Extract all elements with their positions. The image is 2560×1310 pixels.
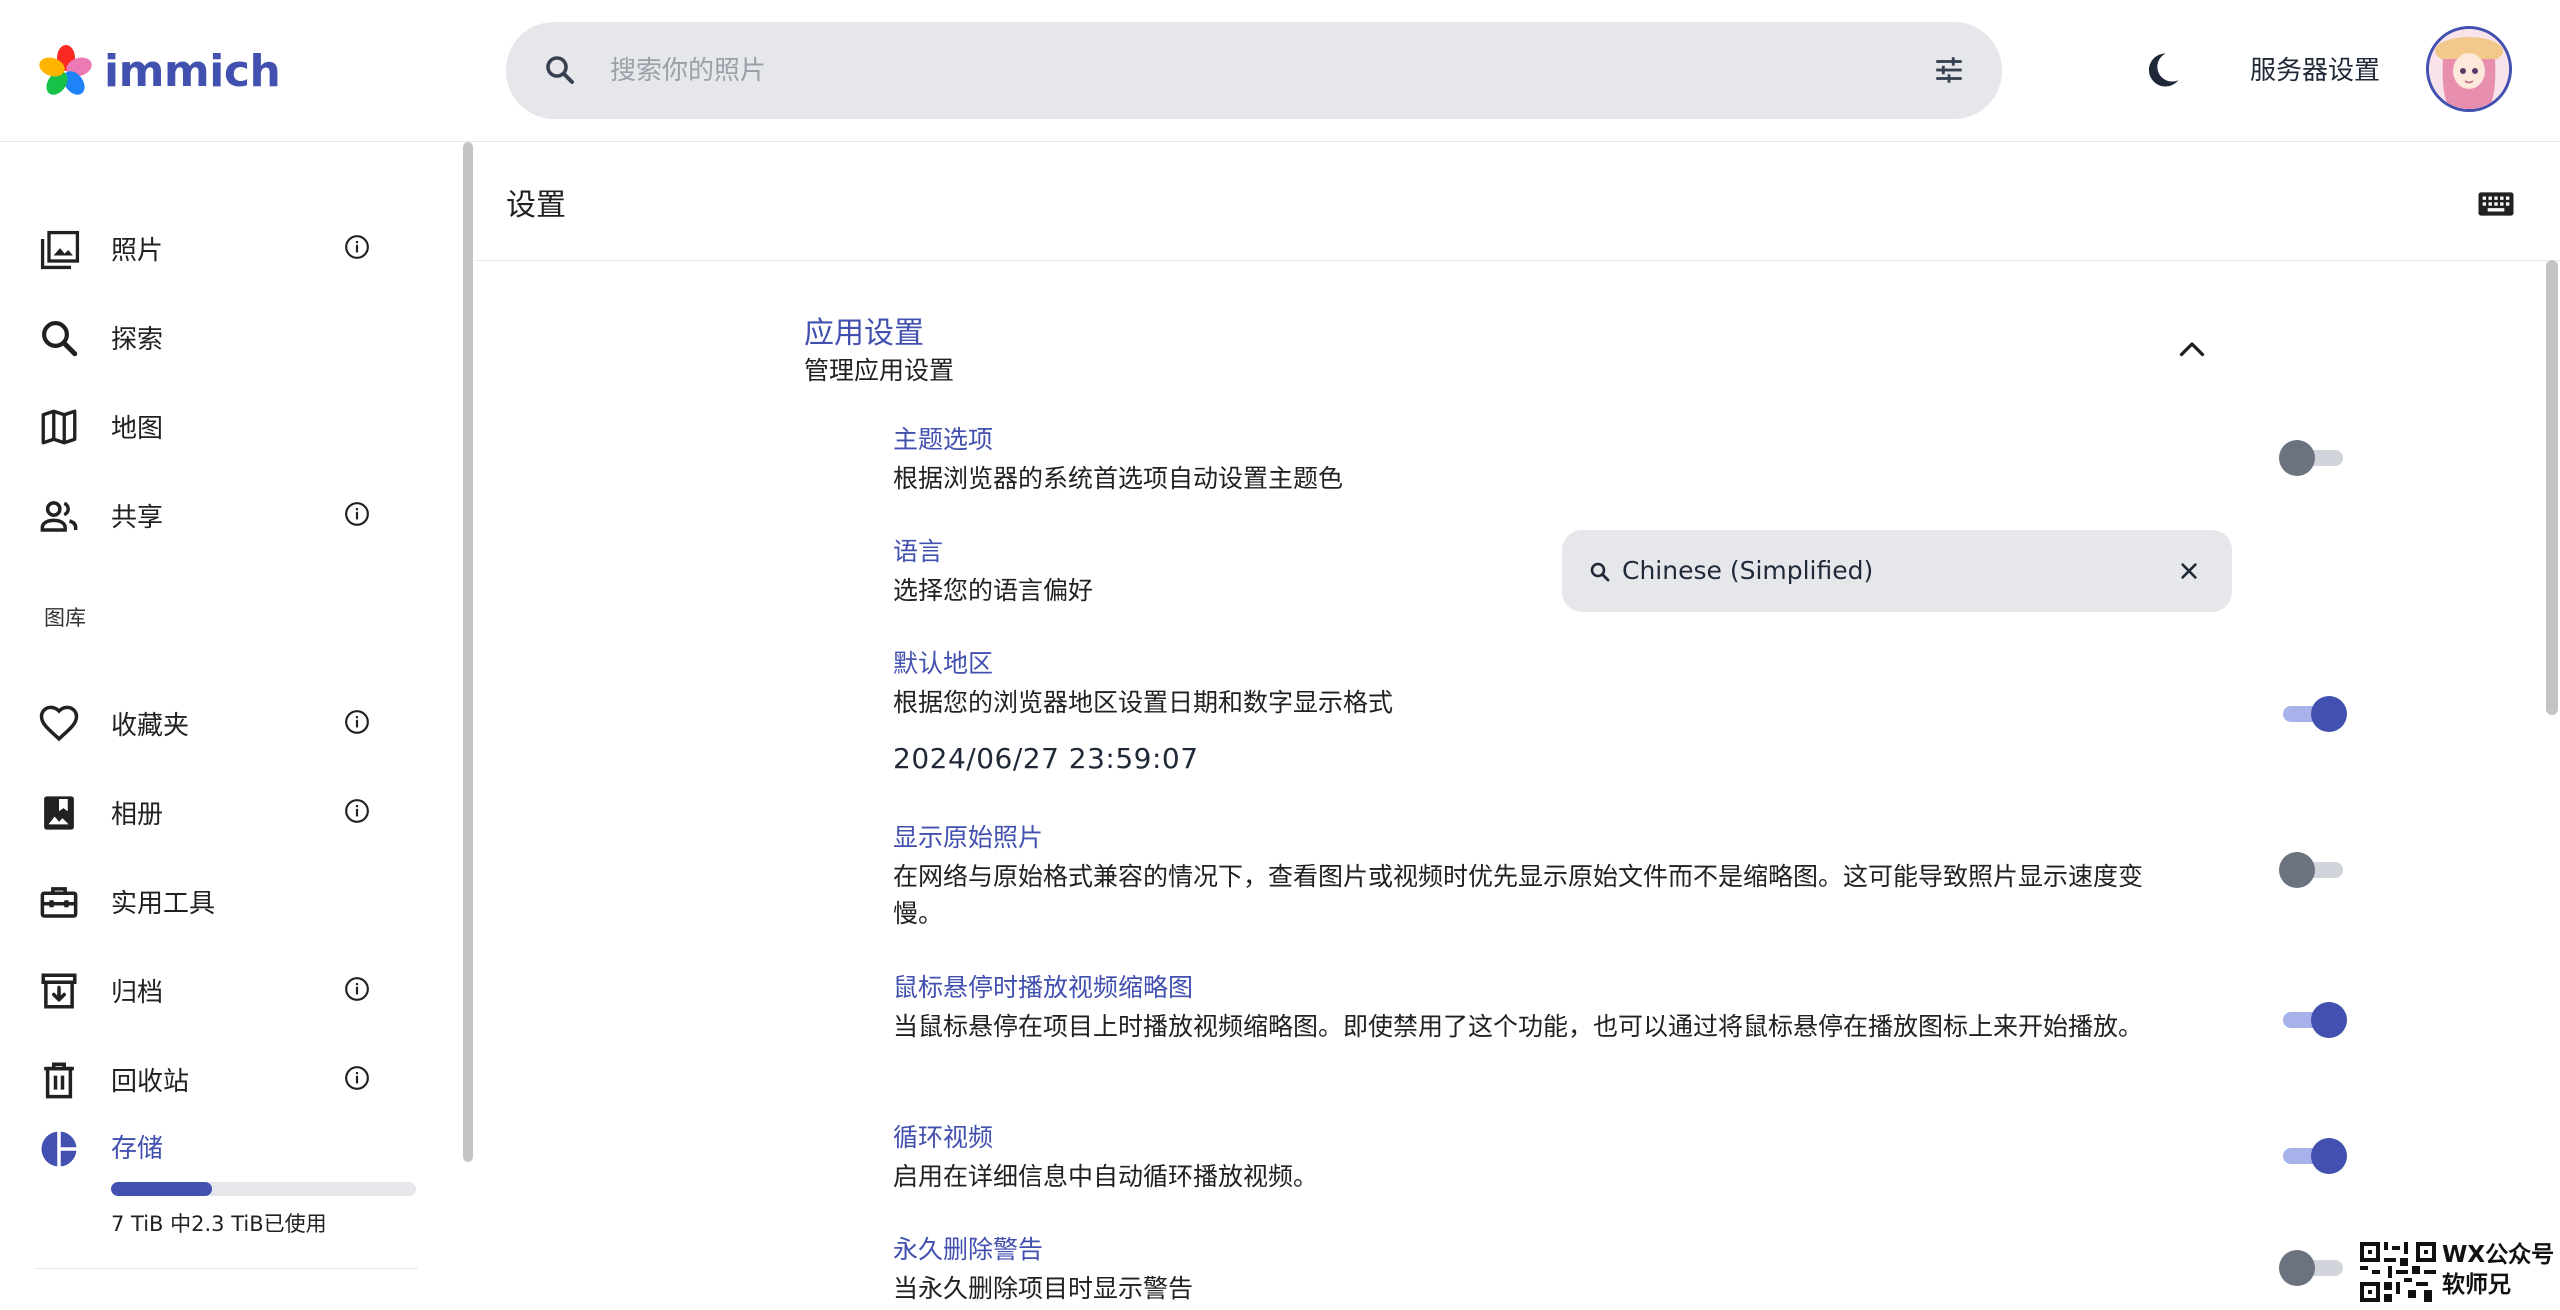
storage-label: 存储 xyxy=(111,1134,164,1164)
theme-toggle[interactable] xyxy=(2279,440,2345,476)
info-icon[interactable] xyxy=(344,501,370,527)
immich-logo[interactable]: immich xyxy=(38,40,281,102)
info-icon[interactable] xyxy=(344,798,370,824)
sidebar-item-photos[interactable]: 照片 xyxy=(38,216,378,276)
library-heading: 图库 xyxy=(44,606,86,630)
setting-title: 显示原始照片 xyxy=(893,823,1044,852)
album-icon xyxy=(38,792,80,834)
search-icon xyxy=(1588,560,1612,584)
setting-hover-video-thumbnail: 鼠标悬停时播放视频缩略图 当鼠标悬停在项目上时播放视频缩略图。即使禁用了这个功能… xyxy=(893,968,2347,1088)
close-icon[interactable] xyxy=(2178,560,2200,582)
sidebar-item-explore[interactable]: 探索 xyxy=(38,305,378,365)
sidebar-item-albums[interactable]: 相册 xyxy=(38,780,378,840)
setting-description: 在网络与原始格式兼容的情况下，查看图片或视频时优先显示原始文件而不是缩略图。这可… xyxy=(893,862,2144,928)
section-subtitle: 管理应用设置 xyxy=(804,356,955,385)
language-combobox[interactable]: Chinese (Simplified) xyxy=(1562,530,2232,612)
setting-theme: 主题选项 根据浏览器的系统首选项自动设置主题色 xyxy=(893,420,2343,500)
info-icon[interactable] xyxy=(344,976,370,1002)
storage-pie-icon xyxy=(38,1128,80,1170)
setting-title: 循环视频 xyxy=(893,1123,994,1152)
info-icon[interactable] xyxy=(344,1065,370,1091)
sidebar-item-label: 共享 xyxy=(111,503,164,533)
sidebar-item-utilities[interactable]: 实用工具 xyxy=(38,869,378,929)
sidebar-item-label: 回收站 xyxy=(111,1067,190,1097)
sidebar-item-label: 归档 xyxy=(111,978,164,1008)
photos-icon xyxy=(38,228,82,272)
sidebar-divider xyxy=(36,1268,418,1269)
setting-title: 主题选项 xyxy=(893,425,994,454)
qr-code-icon xyxy=(2360,1242,2436,1302)
setting-description: 根据浏览器的系统首选项自动设置主题色 xyxy=(893,464,1344,493)
setting-title: 默认地区 xyxy=(893,649,994,678)
section-title[interactable]: 应用设置 xyxy=(804,308,924,352)
setting-loop-video: 循环视频 启用在详细信息中自动循环播放视频。 xyxy=(893,1118,2347,1198)
search-icon xyxy=(542,52,578,88)
default-locale-toggle[interactable] xyxy=(2279,696,2347,732)
app-name: immich xyxy=(104,45,281,97)
chevron-up-icon[interactable] xyxy=(2174,332,2210,368)
sidebar-item-map[interactable]: 地图 xyxy=(38,394,378,454)
search-bar[interactable] xyxy=(506,22,2002,119)
server-settings-link[interactable]: 服务器设置 xyxy=(2250,50,2380,87)
search-icon xyxy=(38,317,80,359)
toolbox-icon xyxy=(38,881,80,923)
main-scrollbar[interactable] xyxy=(2546,260,2558,715)
setting-show-original: 显示原始照片 在网络与原始格式兼容的情况下，查看图片或视频时优先显示原始文件而不… xyxy=(893,818,2343,938)
sidebar-item-label: 照片 xyxy=(111,236,164,266)
delete-warning-toggle[interactable] xyxy=(2279,1250,2345,1286)
setting-description: 启用在详细信息中自动循环播放视频。 xyxy=(893,1162,1319,1191)
immich-pinwheel-icon xyxy=(39,45,92,95)
setting-description: 当永久删除项目时显示警告 xyxy=(893,1274,1194,1303)
setting-description: 根据您的浏览器地区设置日期和数字显示格式 xyxy=(893,688,1394,717)
top-bar: immich 服务器设置 xyxy=(0,0,2560,142)
sidebar-scrollbar[interactable] xyxy=(463,142,473,1162)
sidebar-item-label: 相册 xyxy=(111,800,164,830)
watermark-line-1: WX公众号 xyxy=(2442,1242,2555,1268)
user-avatar[interactable] xyxy=(2426,26,2512,112)
sidebar-item-sharing[interactable]: 共享 xyxy=(38,483,378,543)
sidebar-item-label: 收藏夹 xyxy=(111,711,190,741)
search-input[interactable] xyxy=(608,46,1812,96)
keyboard-shortcuts-icon[interactable] xyxy=(2476,184,2516,224)
search-filter-icon[interactable] xyxy=(1932,53,1966,87)
setting-title: 鼠标悬停时播放视频缩略图 xyxy=(893,973,1194,1002)
sidebar-item-label: 探索 xyxy=(111,325,164,355)
sidebar-item-favorites[interactable]: 收藏夹 xyxy=(38,691,378,751)
setting-title: 语言 xyxy=(893,537,944,566)
language-value: Chinese (Simplified) xyxy=(1622,556,1874,585)
storage-progress-bar xyxy=(111,1182,416,1196)
main-content: 设置 应用设置 管理应用设置 主题选项 根据浏览器的系统首选项自动设置主题色 语… xyxy=(476,142,2560,1305)
sidebar: 照片 探索 地图 共享 图库 收藏夹 相册 实用工具 归档 回收站 存储 7 T… xyxy=(0,142,462,1305)
sidebar-item-label: 地图 xyxy=(111,414,164,444)
archive-icon xyxy=(38,970,80,1012)
sidebar-item-label: 实用工具 xyxy=(111,889,216,919)
setting-default-locale: 默认地区 根据您的浏览器地区设置日期和数字显示格式 xyxy=(893,644,2347,732)
heart-icon xyxy=(38,703,80,745)
storage-progress-fill xyxy=(111,1182,212,1196)
storage-usage-text: 7 TiB 中2.3 TiB已使用 xyxy=(111,1212,327,1236)
locale-date-preview: 2024/06/27 23:59:07 xyxy=(893,742,1199,775)
watermark-line-2: 软师兄 xyxy=(2442,1272,2511,1298)
info-icon[interactable] xyxy=(344,234,370,260)
page-header: 设置 xyxy=(476,142,2560,261)
setting-permanent-delete-warning: 永久删除警告 当永久删除项目时显示警告 xyxy=(893,1230,2343,1310)
map-icon xyxy=(38,406,80,448)
setting-description: 当鼠标悬停在项目上时播放视频缩略图。即使禁用了这个功能，也可以通过将鼠标悬停在播… xyxy=(893,1012,2144,1041)
trash-icon xyxy=(38,1059,80,1101)
info-icon[interactable] xyxy=(344,709,370,735)
dark-mode-toggle-icon[interactable] xyxy=(2140,48,2184,92)
sidebar-item-trash[interactable]: 回收站 xyxy=(38,1047,378,1107)
hover-video-toggle[interactable] xyxy=(2279,1002,2347,1038)
watermark-text: WX公众号 软师兄 xyxy=(2442,1240,2554,1300)
page-title: 设置 xyxy=(506,188,566,223)
people-icon xyxy=(38,495,80,537)
sidebar-item-archive[interactable]: 归档 xyxy=(38,958,378,1018)
setting-title: 永久删除警告 xyxy=(893,1235,1044,1264)
loop-video-toggle[interactable] xyxy=(2279,1138,2347,1174)
show-original-toggle[interactable] xyxy=(2279,852,2345,888)
